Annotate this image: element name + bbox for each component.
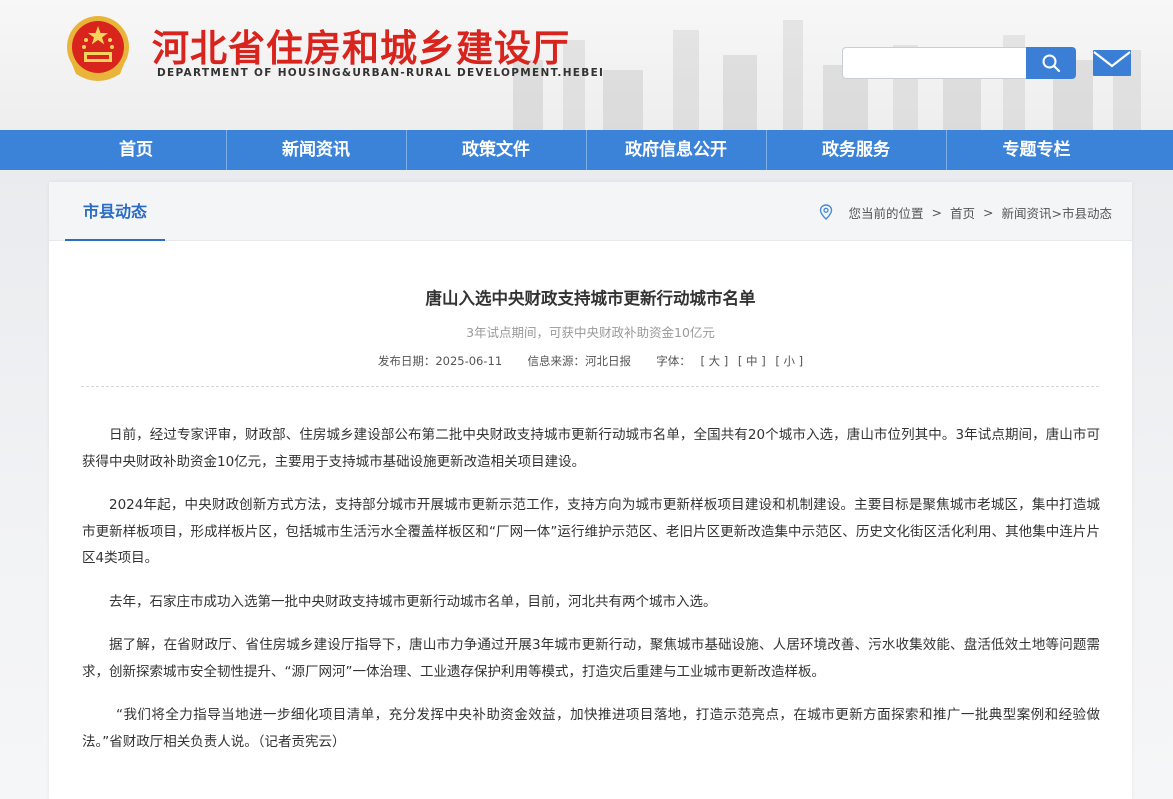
nav-item-gov-info[interactable]: 政府信息公开: [587, 130, 767, 170]
source-label: 信息来源：: [527, 354, 585, 368]
article-title: 唐山入选中央财政支持城市更新行动城市名单: [425, 289, 756, 308]
publish-date-label: 发布日期：: [377, 354, 436, 368]
breadcrumb: 您当前的位置 > 首页 > 新闻资讯>市县动态: [819, 202, 1112, 222]
divider: [81, 386, 1099, 387]
breadcrumb-path-link[interactable]: 新闻资讯>市县动态: [1002, 203, 1112, 222]
search-button[interactable]: [1026, 47, 1076, 79]
breadcrumb-separator: >: [931, 204, 943, 220]
nav-item-home[interactable]: 首页: [47, 130, 227, 170]
nav-item-services[interactable]: 政务服务: [767, 130, 947, 170]
source: 河北日报: [584, 354, 631, 368]
site-subtitle: DEPARTMENT OF HOUSING&URBAN-RURAL DEVELO…: [157, 67, 605, 79]
nav-item-policy[interactable]: 政策文件: [407, 130, 587, 170]
search-input[interactable]: [842, 47, 1028, 79]
article-paragraph: 据了解，在省财政厅、省住房城乡建设厅指导下，唐山市力争通过开展3年城市更新行动，…: [82, 637, 1100, 680]
article-card: 市县动态 您当前的位置 > 首页 > 新闻资讯>市县动态 唐山入选中央财政支持城…: [49, 182, 1132, 799]
article-paragraph: “我们将全力指导当地进一步细化项目清单，充分发挥中央补助资金效益，加快推进项目落…: [82, 707, 1100, 750]
article-paragraph: 去年，石家庄市成功入选第一批中央财政支持城市更新行动城市名单，目前，河北共有两个…: [109, 593, 717, 610]
article-subtitle: 3年试点期间，可获中央财政补助资金10亿元: [466, 325, 715, 340]
main-nav: 首页 新闻资讯 政策文件 政府信息公开 政务服务 专题专栏: [0, 130, 1173, 170]
breadcrumb-prefix: 您当前的位置: [848, 205, 924, 221]
article-paragraph: 日前，经过专家评审，财政部、住房城乡建设部公布第二批中央财政支持城市更新行动城市…: [82, 427, 1100, 470]
article-meta: 发布日期：2025-06-11 信息来源：河北日报 字体： [ 大 ] [ 中 …: [49, 353, 1132, 369]
site-title: 河北省住房和城乡建设厅: [152, 27, 570, 70]
breadcrumb-home-link[interactable]: 首页: [950, 203, 975, 222]
section-header: 市县动态 您当前的位置 > 首页 > 新闻资讯>市县动态: [49, 182, 1132, 241]
mail-button[interactable]: [1092, 48, 1132, 78]
article-body: 日前，经过专家评审，财政部、住房城乡建设部公布第二批中央财政支持城市更新行动城市…: [82, 422, 1100, 772]
font-size-label: 字体：: [656, 354, 691, 368]
font-medium-button[interactable]: [ 中 ]: [738, 354, 766, 368]
font-large-button[interactable]: [ 大 ]: [700, 354, 728, 368]
mail-icon: [1093, 50, 1131, 76]
site-header: 河北省住房和城乡建设厅 DEPARTMENT OF HOUSING&URBAN-…: [0, 0, 1173, 130]
breadcrumb-separator: >: [983, 204, 994, 220]
nav-item-topics[interactable]: 专题专栏: [947, 130, 1127, 170]
location-pin-icon: [819, 204, 832, 220]
nav-item-news[interactable]: 新闻资讯: [227, 130, 407, 170]
publish-date: 2025-06-11: [435, 354, 503, 368]
article-paragraph: 2024年起，中央财政创新方式方法，支持部分城市开展城市更新示范工作，支持方向为…: [82, 497, 1100, 566]
section-tab[interactable]: 市县动态: [65, 182, 165, 241]
search-icon: [1042, 54, 1061, 73]
national-emblem-icon: [67, 16, 129, 81]
font-small-button[interactable]: [ 小 ]: [775, 354, 803, 368]
